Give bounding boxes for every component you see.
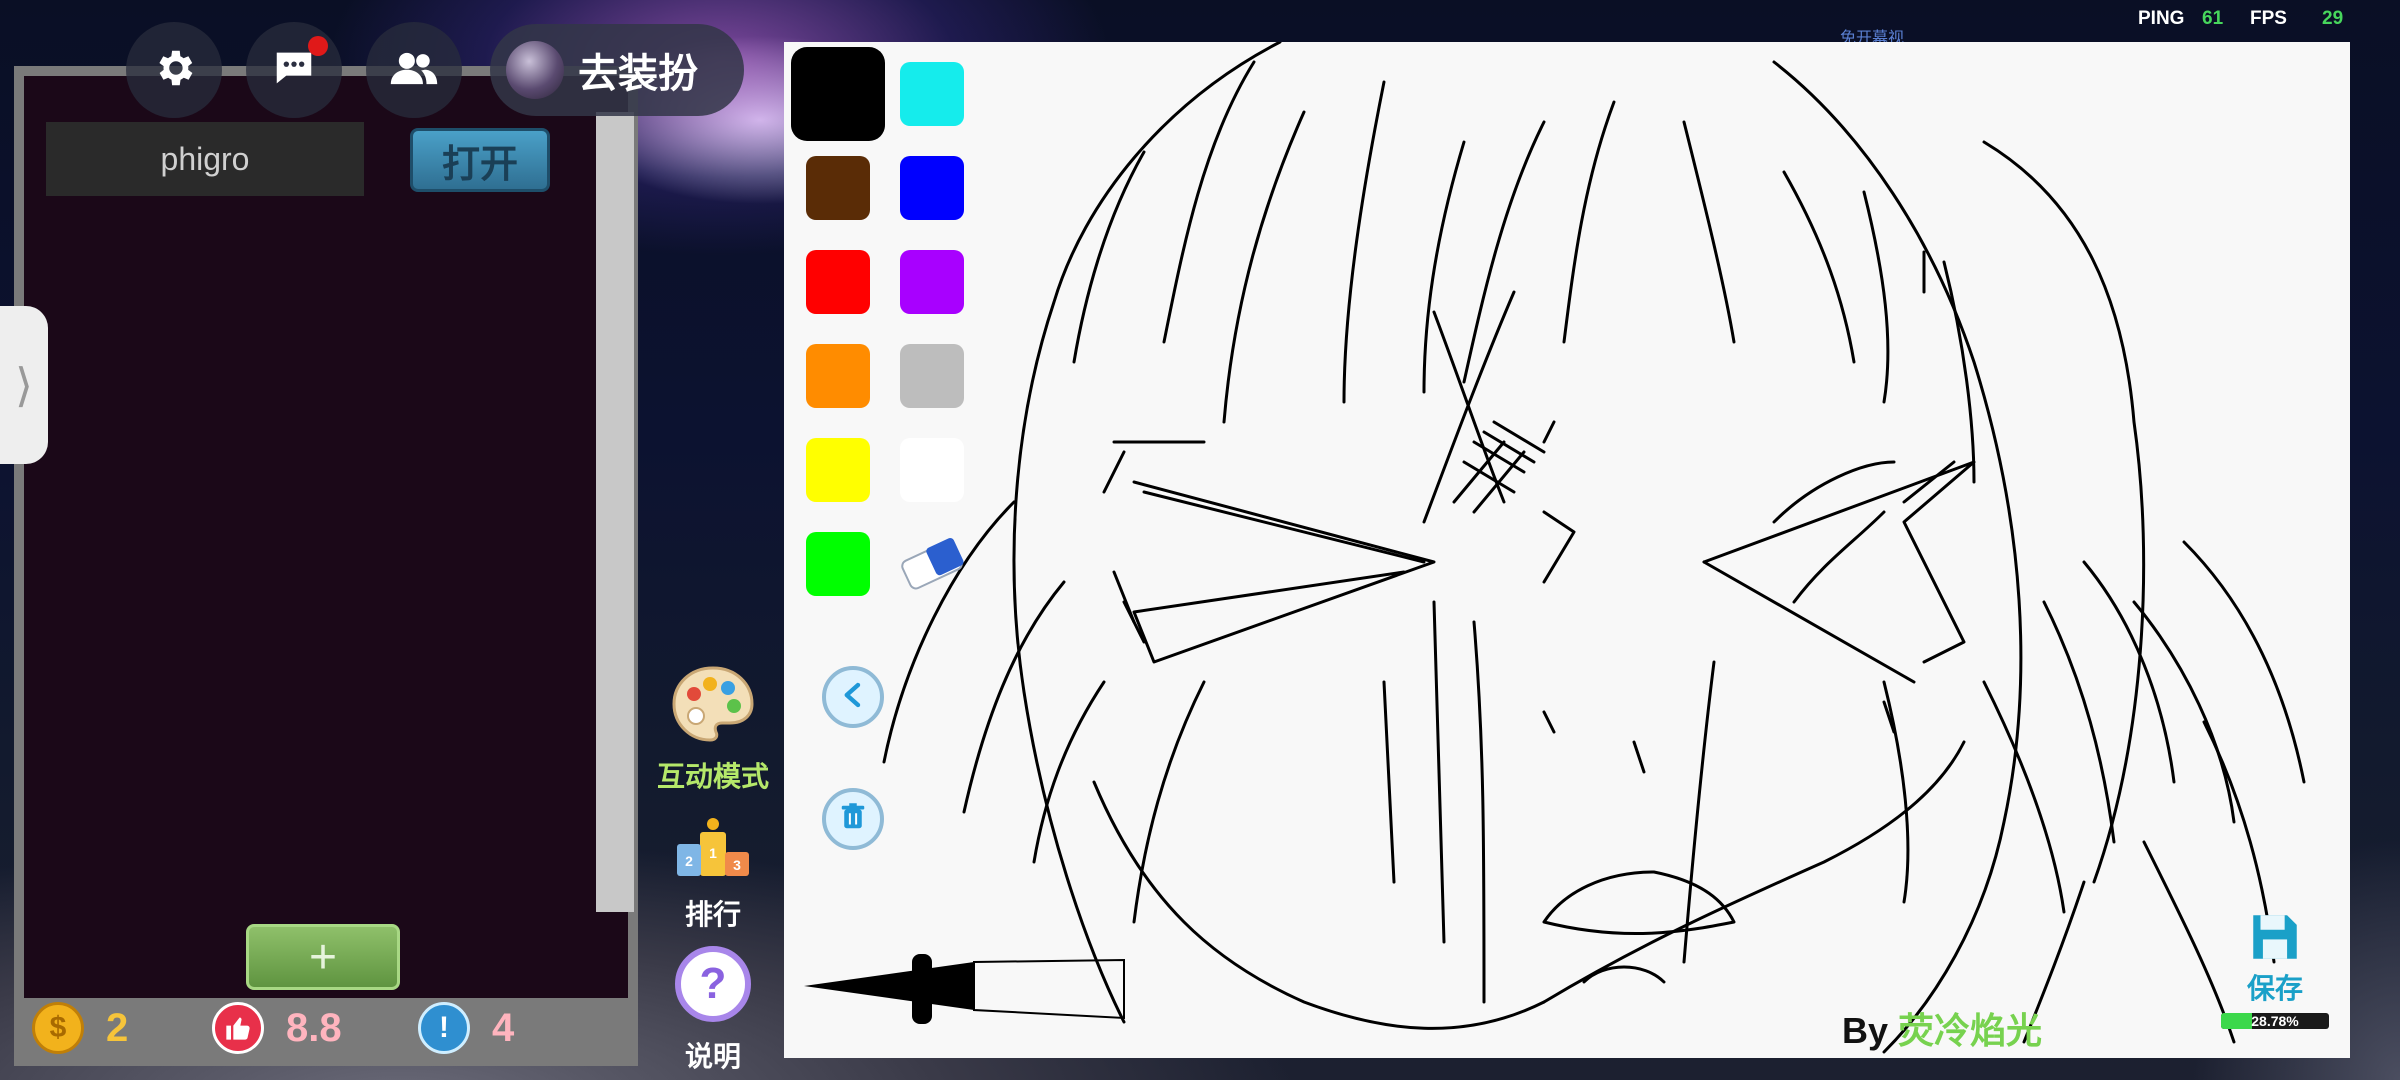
dress-up-button[interactable]: 去装扮 bbox=[490, 24, 744, 116]
color-swatch-gray[interactable] bbox=[900, 344, 964, 408]
sheet-panel: phigro 打开 + $ 2 8.8 ! 4 bbox=[14, 66, 638, 1066]
friends-button[interactable] bbox=[366, 22, 462, 118]
author-credit: By 荧冷焰光 bbox=[1842, 1002, 2042, 1054]
color-swatch-cyan[interactable] bbox=[900, 62, 964, 126]
undo-button[interactable] bbox=[822, 666, 884, 728]
save-progress-bar: 28.78% bbox=[2221, 1013, 2329, 1029]
color-swatch-purple[interactable] bbox=[900, 250, 964, 314]
clear-button[interactable] bbox=[822, 788, 884, 850]
rank-label: 排行 bbox=[684, 899, 741, 930]
side-drawer-tab[interactable]: ⟩ bbox=[0, 306, 48, 464]
warning-stat: ! 4 bbox=[418, 1000, 514, 1056]
gear-icon bbox=[151, 45, 197, 96]
help-button[interactable]: ? 说明 bbox=[650, 946, 776, 1075]
chevron-left-icon bbox=[838, 680, 868, 715]
color-swatch-red[interactable] bbox=[806, 250, 870, 314]
thumbs-up-icon bbox=[212, 1002, 264, 1054]
settings-button[interactable] bbox=[126, 22, 222, 118]
open-button[interactable]: 打开 bbox=[410, 128, 550, 192]
question-icon: ? bbox=[673, 946, 753, 1030]
coin-stat: $ 2 bbox=[32, 1000, 128, 1056]
fps-label: FPS bbox=[2250, 8, 2287, 29]
fps-value: 29 bbox=[2322, 8, 2344, 29]
podium-icon: 2 1 3 bbox=[673, 818, 753, 888]
avatar bbox=[506, 41, 564, 99]
save-label: 保存 bbox=[2246, 973, 2303, 1004]
list-scrollbar[interactable] bbox=[596, 112, 634, 912]
brush-size-slider bbox=[804, 954, 1125, 1024]
svg-text:3: 3 bbox=[733, 857, 741, 873]
color-swatch-blue[interactable] bbox=[900, 156, 964, 220]
dress-up-label: 去装扮 bbox=[578, 52, 698, 96]
color-swatch-white[interactable] bbox=[900, 438, 964, 502]
color-swatch-yellow[interactable] bbox=[806, 438, 870, 502]
byline-prefix: By bbox=[1842, 1010, 1899, 1051]
svg-text:2: 2 bbox=[685, 853, 693, 869]
color-swatch-brown[interactable] bbox=[806, 156, 870, 220]
exclamation-icon: ! bbox=[418, 1002, 470, 1054]
color-swatch-orange[interactable] bbox=[806, 344, 870, 408]
notification-dot bbox=[308, 36, 328, 56]
sheet-list: phigro 打开 + bbox=[24, 76, 634, 998]
color-swatch-black[interactable] bbox=[791, 47, 885, 141]
game-screen: PING 61 FPS 29 免开幕视 phigro 打开 + $ 2 8.8 … bbox=[0, 0, 2400, 1080]
interactive-mode-button[interactable]: 互动模式 bbox=[650, 664, 776, 795]
people-icon bbox=[389, 45, 439, 96]
like-score: 8.8 bbox=[286, 1005, 342, 1050]
trash-icon bbox=[838, 802, 868, 837]
help-label: 说明 bbox=[684, 1041, 741, 1072]
palette-icon bbox=[670, 666, 756, 750]
add-button[interactable]: + bbox=[246, 924, 400, 990]
like-stat: 8.8 bbox=[212, 1000, 342, 1056]
interactive-mode-label: 互动模式 bbox=[656, 761, 769, 792]
coin-icon: $ bbox=[32, 1002, 84, 1054]
svg-text:1: 1 bbox=[709, 845, 717, 861]
sketch bbox=[804, 42, 2306, 1054]
sheet-name-field[interactable]: phigro bbox=[46, 122, 364, 196]
drawing-canvas[interactable]: By 荧冷焰光 保存 28.78% bbox=[784, 42, 2350, 1058]
save-button[interactable]: 保存 28.78% bbox=[2220, 908, 2330, 1029]
svg-text:?: ? bbox=[700, 959, 727, 1008]
coin-count: 2 bbox=[106, 1005, 129, 1050]
rank-button[interactable]: 2 1 3 排行 bbox=[650, 816, 776, 933]
author-name: 荧冷焰光 bbox=[1898, 1010, 2043, 1051]
ping-label: PING bbox=[2138, 8, 2185, 29]
chat-button[interactable] bbox=[246, 22, 342, 118]
save-progress-text: 28.78% bbox=[2251, 1013, 2299, 1029]
eraser-icon bbox=[901, 537, 964, 590]
ping-value: 61 bbox=[2202, 8, 2224, 29]
color-swatch-green[interactable] bbox=[806, 532, 870, 596]
warning-count: 4 bbox=[492, 1005, 515, 1050]
